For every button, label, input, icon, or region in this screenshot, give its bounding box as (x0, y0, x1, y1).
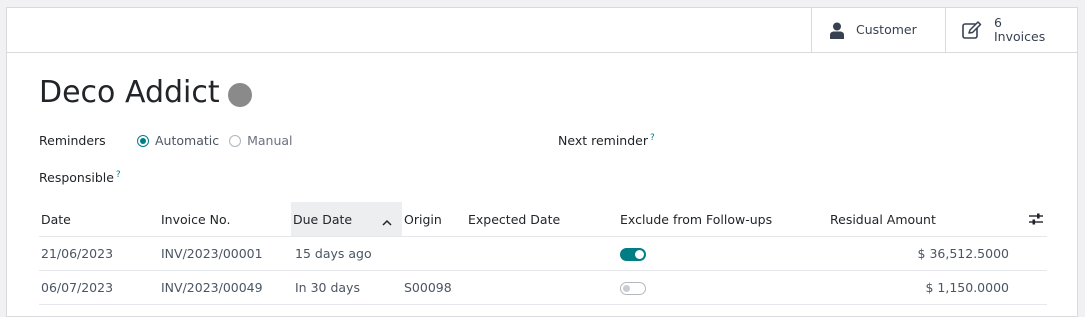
cell-due-date: 15 days ago (291, 236, 402, 271)
form-sheet: Customer 6 Invoices Deco Addict Reminder… (6, 7, 1078, 317)
cell-invoice-link[interactable]: INV/2023/00049 (159, 270, 291, 305)
page-title: Deco Addict (39, 75, 252, 110)
partner-name: Deco Addict (39, 75, 220, 110)
column-header-expected-date[interactable]: Expected Date (466, 202, 618, 237)
follow-up-lines-table: Date Invoice No. Due Date Origin Expecte… (39, 202, 1047, 305)
responsible-label: Responsible? (39, 170, 121, 185)
smart-button-box: Customer 6 Invoices (7, 8, 1077, 53)
optional-columns-sliders-icon[interactable] (1029, 213, 1043, 228)
cell-origin (402, 236, 466, 271)
help-tooltip-icon[interactable]: ? (650, 133, 655, 143)
cell-residual: $ 36,512.5000 (828, 236, 1047, 271)
cell-origin: S00098 (402, 270, 466, 305)
cell-date: 06/07/2023 (39, 270, 159, 305)
table-header-row: Date Invoice No. Due Date Origin Expecte… (39, 202, 1047, 237)
radio-manual[interactable]: Manual (229, 133, 293, 148)
cell-expected-date[interactable] (466, 236, 618, 271)
user-icon (830, 22, 844, 39)
status-indicator (227, 82, 252, 107)
customer-button[interactable]: Customer (811, 8, 945, 52)
column-header-residual-label: Residual Amount (830, 211, 936, 227)
invoices-button[interactable]: 6 Invoices (945, 8, 1079, 52)
reminders-label: Reminders (39, 133, 106, 148)
table-row[interactable]: 06/07/2023 INV/2023/00049 In 30 days S00… (39, 270, 1047, 305)
radio-automatic-label: Automatic (155, 133, 220, 148)
invoices-count: 6 (994, 15, 1002, 30)
customer-button-label: Customer (856, 22, 917, 37)
help-tooltip-icon[interactable]: ? (116, 170, 121, 180)
exclude-toggle[interactable] (620, 282, 646, 295)
cell-due-date: In 30 days (291, 270, 402, 305)
column-header-origin[interactable]: Origin (402, 202, 466, 237)
exclude-toggle[interactable] (620, 248, 646, 261)
column-header-invoice[interactable]: Invoice No. (159, 202, 291, 237)
column-header-exclude[interactable]: Exclude from Follow-ups (618, 202, 828, 237)
edit-document-icon (962, 21, 982, 39)
next-reminder-label: Next reminder? (558, 133, 655, 148)
column-header-date[interactable]: Date (39, 202, 159, 237)
cell-exclude (618, 236, 828, 271)
radio-unchecked-icon (229, 134, 242, 147)
column-header-due-date-label: Due Date (293, 211, 353, 227)
table-row[interactable]: 21/06/2023 INV/2023/00001 15 days ago $ … (39, 236, 1047, 271)
responsible-label-text: Responsible (39, 170, 114, 186)
radio-checked-icon (137, 134, 149, 147)
cell-invoice-link[interactable]: INV/2023/00001 (159, 236, 291, 271)
cell-residual: $ 1,150.0000 (828, 270, 1047, 305)
cell-expected-date[interactable] (466, 270, 618, 305)
cell-exclude (618, 270, 828, 305)
invoices-button-label: Invoices (994, 29, 1046, 44)
radio-automatic[interactable]: Automatic (137, 133, 219, 148)
next-reminder-label-text: Next reminder (558, 133, 648, 149)
cell-date: 21/06/2023 (39, 236, 159, 271)
reminders-radio-group: Automatic Manual (137, 133, 303, 148)
radio-manual-label: Manual (247, 133, 293, 148)
column-header-due-date[interactable]: Due Date (291, 202, 402, 237)
reminders-label-text: Reminders (39, 133, 106, 148)
sort-ascending-icon (382, 214, 392, 229)
column-header-residual[interactable]: Residual Amount (828, 202, 1047, 237)
